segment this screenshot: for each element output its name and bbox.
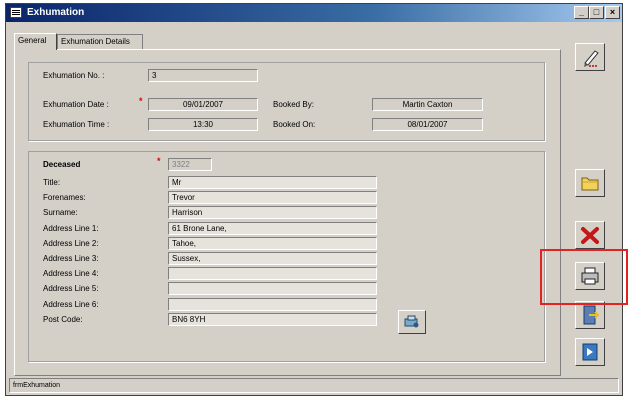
edit-button[interactable]: [575, 43, 605, 71]
exhumation-date-label: Exhumation Date :: [43, 100, 109, 109]
edit-pencil-icon: [584, 50, 599, 67]
deceased-row-label: Title:: [43, 178, 61, 187]
exit-door-icon: [583, 305, 600, 325]
open-button[interactable]: [575, 169, 605, 197]
deceased-row-field[interactable]: 61 Brone Lane,: [168, 222, 377, 235]
deceased-row-label: Address Line 2:: [43, 239, 99, 248]
deceased-row-field[interactable]: [168, 267, 377, 280]
general-tab-panel: Exhumation No. : 3 Exhumation Date : * 0…: [14, 49, 561, 376]
deceased-group: Deceased * 3322 Title: Mr Forenames: Trevor…: [28, 151, 545, 362]
delete-x-icon: [581, 227, 599, 244]
deceased-row-field[interactable]: [168, 282, 377, 295]
deceased-row-label: Forenames:: [43, 193, 86, 202]
window-title: Exhumation: [27, 7, 85, 18]
exit-button[interactable]: [575, 301, 605, 329]
exhumation-time-field[interactable]: 13:30: [148, 118, 258, 131]
deceased-row-field[interactable]: BN6 8YH: [168, 313, 377, 326]
deceased-row-label: Address Line 1:: [43, 224, 99, 233]
exhumation-date-required-marker: *: [139, 96, 143, 106]
close-button[interactable]: ×: [605, 6, 620, 19]
booked-on-field[interactable]: 08/01/2007: [372, 118, 483, 131]
deceased-heading: Deceased: [43, 160, 81, 169]
exhumation-date-field[interactable]: 09/01/2007: [148, 98, 258, 111]
help-button[interactable]: [575, 338, 605, 366]
lookup-icon: [404, 315, 419, 328]
delete-button[interactable]: [575, 221, 605, 249]
exhumation-window: Exhumation _ □ × General Exhumation Deta…: [5, 3, 623, 396]
help-book-icon: [582, 343, 598, 361]
lookup-deceased-button[interactable]: [398, 310, 426, 334]
title-bar[interactable]: Exhumation _ □ ×: [6, 4, 622, 22]
deceased-row-label: Address Line 6:: [43, 300, 99, 309]
booking-group: Exhumation No. : 3 Exhumation Date : * 0…: [28, 62, 545, 141]
deceased-row-field[interactable]: Mr: [168, 176, 377, 189]
deceased-row-field[interactable]: Tahoe,: [168, 237, 377, 250]
deceased-row-label: Address Line 3:: [43, 254, 99, 263]
maximize-button[interactable]: □: [589, 6, 604, 19]
booked-by-label: Booked By:: [273, 100, 314, 109]
deceased-id-field[interactable]: 3322: [168, 158, 212, 171]
deceased-row-label: Address Line 5:: [43, 284, 99, 293]
window-app-icon: [10, 7, 22, 18]
booked-on-label: Booked On:: [273, 120, 316, 129]
exhumation-no-label: Exhumation No. :: [43, 71, 105, 80]
tab-exhumation-details[interactable]: Exhumation Details: [57, 34, 143, 49]
deceased-row-field[interactable]: Sussex,: [168, 252, 377, 265]
deceased-row-field[interactable]: Harrison: [168, 206, 377, 219]
print-button-highlight: [540, 249, 628, 305]
deceased-row-label: Address Line 4:: [43, 269, 99, 278]
exhumation-time-label: Exhumation Time :: [43, 120, 110, 129]
status-bar: frmExhumation: [9, 378, 619, 393]
deceased-row-field[interactable]: [168, 298, 377, 311]
minimize-button[interactable]: _: [574, 6, 589, 19]
folder-icon: [581, 177, 599, 191]
booked-by-field[interactable]: Martin Caxton: [372, 98, 483, 111]
deceased-row-label: Surname:: [43, 208, 78, 217]
deceased-required-marker: *: [157, 156, 161, 166]
deceased-row-label: Post Code:: [43, 315, 83, 324]
tab-general[interactable]: General: [14, 33, 57, 50]
deceased-row-field[interactable]: Trevor: [168, 191, 377, 204]
exhumation-no-field[interactable]: 3: [148, 69, 258, 82]
